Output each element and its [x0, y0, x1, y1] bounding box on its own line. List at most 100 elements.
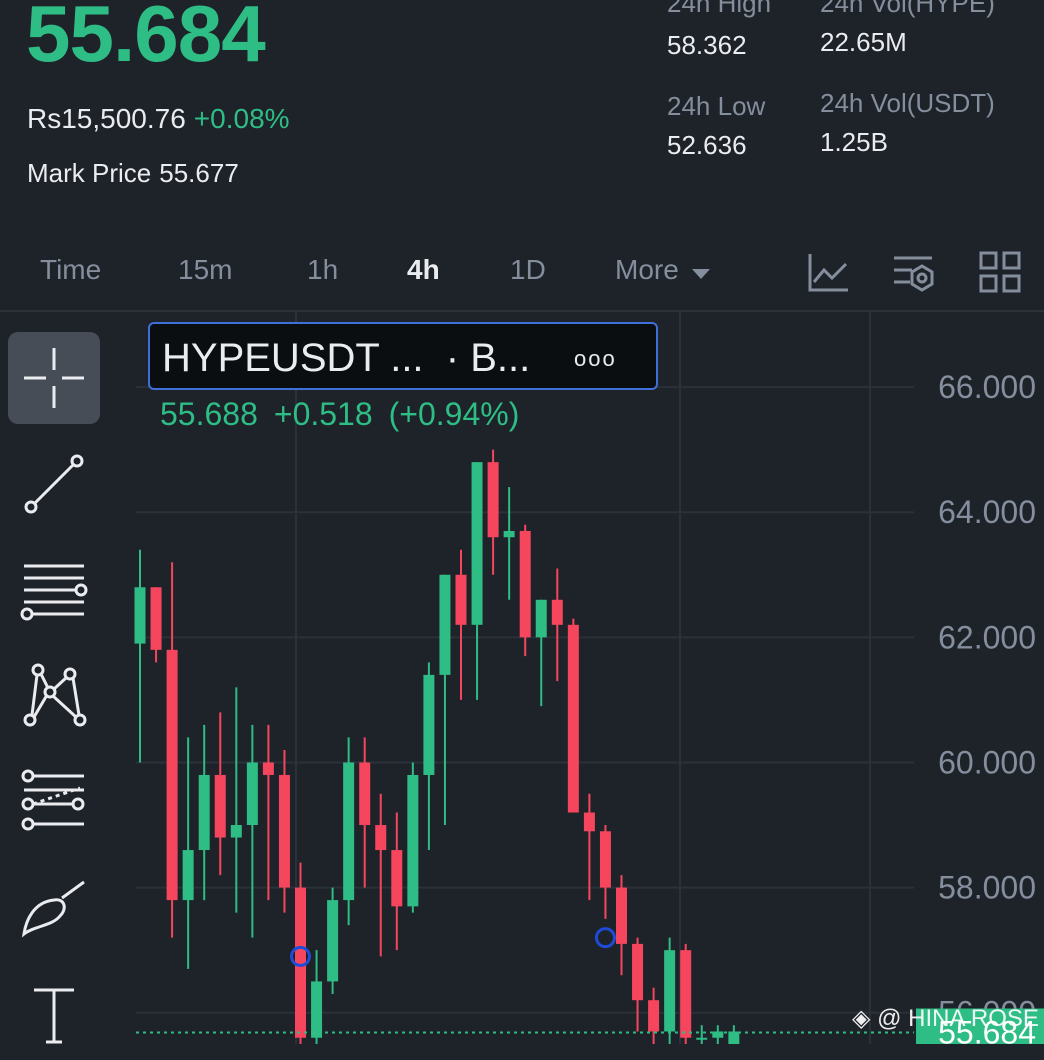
tab-1d[interactable]: 1D: [510, 254, 546, 286]
candle-body: [616, 887, 627, 944]
candle-body: [471, 462, 483, 625]
legend-values: 55.688 +0.518 (+0.94%): [160, 396, 535, 433]
candle-body: [198, 774, 210, 851]
tab-4h[interactable]: 4h: [407, 254, 440, 286]
candle: [728, 1025, 740, 1044]
candle: [648, 987, 660, 1044]
candle-body: [278, 774, 290, 888]
candle-body: [583, 812, 595, 832]
vol-quote-value: 1.25B: [820, 127, 888, 157]
mark-price-row: Mark Price 55.677: [27, 158, 239, 189]
candle: [391, 812, 403, 951]
vol-quote-label: 24h Vol(USDT): [820, 88, 995, 118]
fib-retracement-icon: [21, 769, 85, 831]
watermark-text: @ HINA ROSE: [877, 1005, 1039, 1032]
trend-line-tool[interactable]: [8, 438, 100, 530]
candle: [599, 825, 611, 919]
candle: [535, 599, 547, 707]
candle: [311, 950, 323, 1044]
candle-body: [230, 825, 242, 838]
legend-symbol-row: HYPEUSDT ... · B...: [162, 336, 530, 381]
fib-retracement-tool[interactable]: [8, 756, 100, 848]
high-value: 58.362: [667, 30, 747, 60]
candle-body: [295, 887, 306, 1038]
candle: [696, 1025, 708, 1044]
brush-icon: [21, 880, 85, 938]
horizontal-lines-tool[interactable]: [8, 544, 100, 636]
mark-price-label: Mark Price: [27, 158, 152, 188]
tab-more[interactable]: More: [615, 254, 711, 288]
legend-source: · B...: [445, 336, 531, 380]
candle: [664, 937, 676, 1044]
fiat-price: Rs15,500.76: [27, 103, 186, 134]
brush-tool[interactable]: [8, 862, 100, 954]
indicator-chart-icon[interactable]: [806, 250, 850, 294]
candle: [343, 737, 355, 926]
candle: [198, 724, 210, 901]
candle: [134, 549, 146, 763]
y-tick-label: 60.000: [938, 744, 1036, 780]
text-icon: [34, 988, 74, 1044]
candle-body: [375, 825, 387, 851]
candle: [551, 568, 563, 682]
candle-body: [423, 674, 435, 775]
tab-15m[interactable]: 15m: [178, 254, 232, 286]
candle-body: [134, 587, 146, 644]
candle-body: [519, 530, 531, 638]
y-tick-label: 58.000: [938, 870, 1036, 906]
crosshair-icon: [24, 348, 84, 408]
candle: [230, 687, 242, 913]
candle-body: [648, 1000, 660, 1032]
chart-area[interactable]: 66.00064.00062.00060.00058.00056.00055.6…: [0, 312, 1044, 1055]
chart-settings-icon[interactable]: [892, 250, 936, 294]
text-tool[interactable]: [8, 968, 100, 1060]
tab-time[interactable]: Time: [40, 254, 101, 286]
candle: [503, 487, 515, 600]
legend-more-icon[interactable]: ooo: [574, 346, 617, 372]
candle-body: [567, 624, 579, 813]
fiat-price-row: Rs15,500.76 +0.08%: [27, 103, 290, 135]
y-tick-label: 66.000: [938, 369, 1036, 405]
candle-body: [214, 774, 226, 838]
low-label: 24h Low: [667, 91, 766, 121]
symbol-legend[interactable]: HYPEUSDT ... · B... ooo: [148, 322, 658, 390]
candle-body: [455, 574, 467, 625]
candle-body: [166, 649, 178, 901]
caret-down-icon: [691, 256, 711, 288]
candle-body: [327, 900, 339, 982]
high-label: 24h High: [667, 0, 772, 18]
pattern-tool[interactable]: [8, 650, 100, 742]
crosshair-tool[interactable]: [8, 332, 100, 424]
watermark: ◈ @ HINA ROSE: [852, 1004, 1039, 1033]
candle-body: [535, 599, 547, 638]
candle-body: [487, 462, 499, 538]
candle-body: [664, 950, 676, 1032]
horizontal-lines-icon: [20, 564, 88, 621]
candle-body: [696, 1037, 708, 1040]
diamond-logo-icon: ◈: [852, 1005, 871, 1032]
candle-body: [311, 981, 323, 1038]
candle-body: [182, 850, 194, 901]
candle: [519, 524, 531, 657]
pattern-icon: [23, 663, 87, 727]
layout-grid-icon[interactable]: [978, 250, 1022, 294]
candle: [439, 574, 451, 826]
legend-change-pct: (+0.94%): [388, 396, 520, 432]
candle: [359, 737, 371, 888]
candle-body: [632, 943, 644, 1001]
tab-1h[interactable]: 1h: [307, 254, 338, 286]
candle: [327, 887, 339, 994]
candle: [150, 587, 162, 663]
candle: [246, 724, 258, 938]
candle: [616, 875, 627, 976]
candle: [712, 1025, 724, 1044]
mark-price-value: 55.677: [159, 158, 239, 188]
y-tick-label: 64.000: [938, 494, 1036, 530]
candle-body: [551, 599, 563, 625]
candle-body: [680, 950, 692, 1038]
interval-tabs: Time 15m 1h 4h 1D More: [0, 244, 1044, 300]
last-price: 55.684: [26, 0, 266, 78]
trade-marker: [594, 927, 616, 949]
price-change-percent: +0.08%: [193, 103, 290, 134]
candle: [407, 762, 419, 913]
